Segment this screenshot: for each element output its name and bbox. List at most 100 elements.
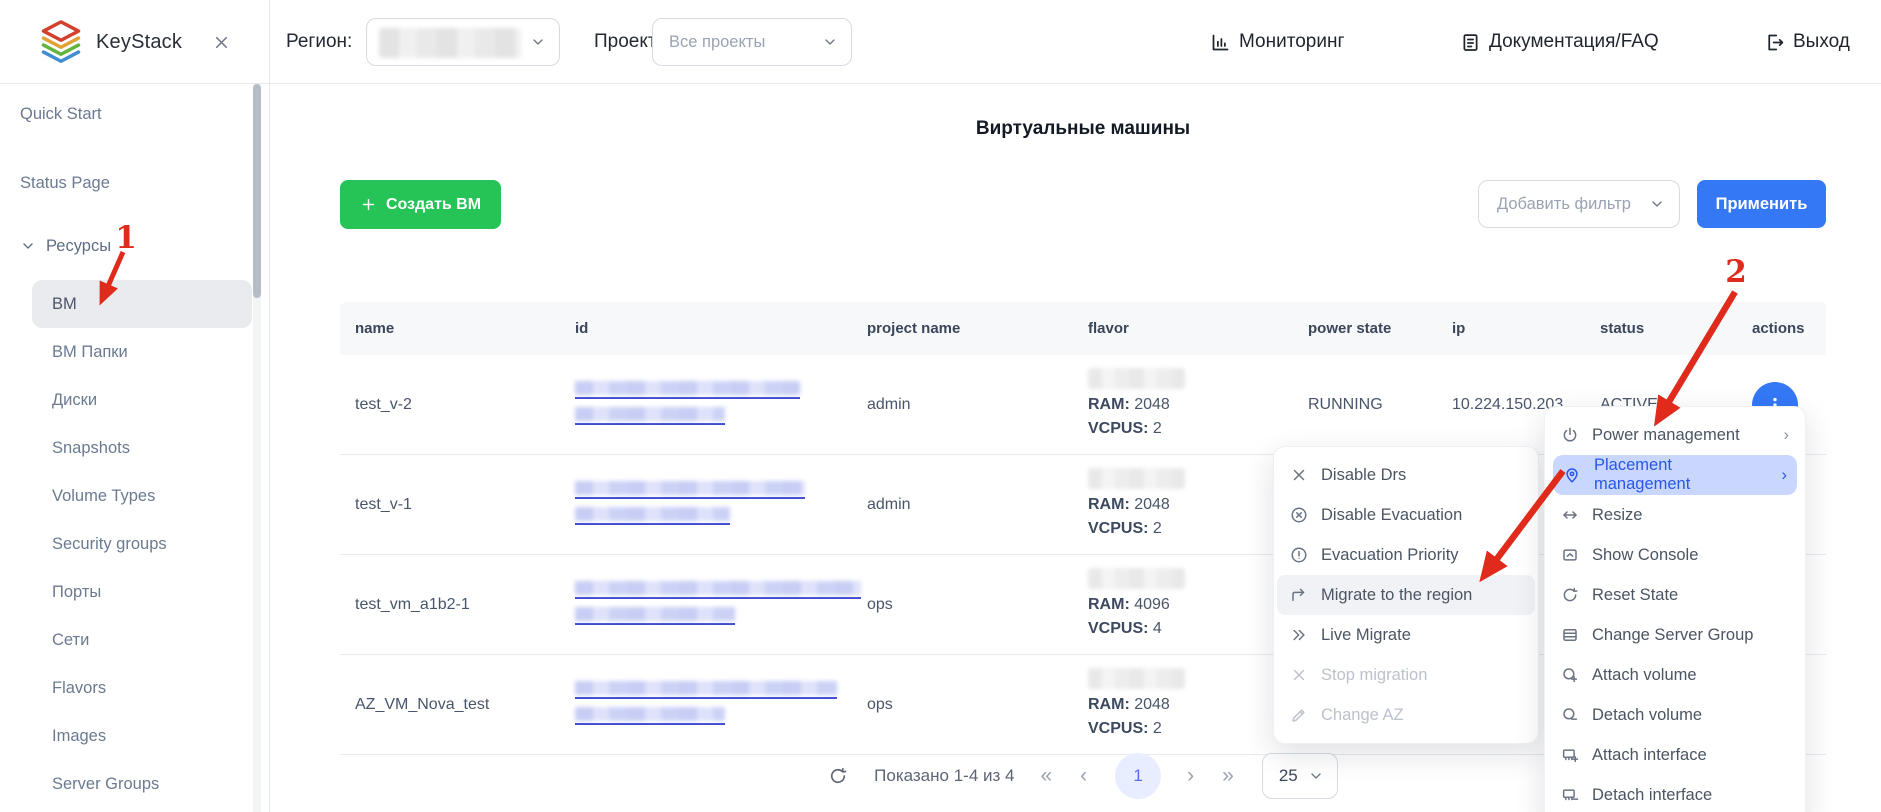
menu-item-reset-state[interactable]: Reset State (1545, 575, 1805, 615)
sidebar-item-snapshots[interactable]: Snapshots (0, 424, 269, 472)
vm-id-cell (560, 477, 852, 533)
x-icon (1290, 466, 1308, 484)
col-header-power-state: power state (1293, 320, 1437, 337)
sidebar-item-volume-types[interactable]: Volume Types (0, 472, 269, 520)
ram-value: 2048 (1134, 696, 1170, 713)
location-pin-icon (1563, 466, 1581, 484)
menu-item-label: Live Migrate (1321, 626, 1411, 645)
first-page-button[interactable]: « (1040, 764, 1054, 788)
sidebar-item-security-groups[interactable]: Security groups (0, 520, 269, 568)
vm-id-cell (560, 377, 852, 433)
ram-value: 2048 (1134, 396, 1170, 413)
sidebar-item-quick-start[interactable]: Quick Start (0, 96, 269, 132)
sidebar-group-resources[interactable]: Ресурсы (0, 228, 269, 264)
col-header-status: status (1585, 320, 1737, 337)
ram-value: 2048 (1134, 496, 1170, 513)
ram-label: RAM: (1088, 396, 1130, 413)
menu-item-stop-migration[interactable]: Stop migration (1274, 655, 1538, 695)
sidebar-group-resources-label: Ресурсы (46, 237, 111, 256)
add-filter-select[interactable]: Добавить фильтр (1478, 180, 1680, 228)
sidebar-item-networks[interactable]: Сети (0, 616, 269, 664)
sidebar-item-disks[interactable]: Диски (0, 376, 269, 424)
nav-documentation[interactable]: Документация/FAQ (1460, 0, 1659, 84)
chevron-down-icon (822, 34, 838, 50)
menu-item-label: Power management (1592, 426, 1740, 445)
migrate-arrow-icon (1290, 586, 1308, 604)
pencil-icon (1290, 706, 1308, 724)
last-page-button[interactable]: » (1222, 764, 1236, 788)
menu-item-show-console[interactable]: Show Console (1545, 535, 1805, 575)
menu-item-power-management[interactable]: Power management › (1545, 415, 1805, 455)
menu-item-placement-management[interactable]: Placement management › (1553, 455, 1797, 495)
sidebar-item-status-page[interactable]: Status Page (0, 165, 269, 201)
sidebar-close-icon[interactable] (212, 33, 231, 52)
resize-arrows-icon (1561, 506, 1579, 524)
vcpus-label: VCPUS: (1088, 520, 1148, 537)
menu-item-attach-volume[interactable]: Attach volume (1545, 655, 1805, 695)
menu-item-live-migrate[interactable]: Live Migrate (1274, 615, 1538, 655)
page-size-select[interactable]: 25 (1262, 753, 1338, 799)
reset-icon (1561, 586, 1579, 604)
menu-item-label: Stop migration (1321, 666, 1427, 685)
sidebar: Quick Start Status Page Ресурсы ВМ ВМ Па… (0, 84, 270, 812)
refresh-icon (828, 766, 848, 786)
region-select[interactable] (366, 18, 560, 66)
apply-button[interactable]: Применить (1697, 180, 1826, 228)
menu-item-label: Attach volume (1592, 666, 1697, 685)
vm-id-link-redacted[interactable] (575, 407, 725, 425)
vm-id-link-redacted[interactable] (575, 481, 805, 499)
menu-item-label: Attach interface (1592, 746, 1707, 765)
interface-plus-icon (1561, 746, 1579, 764)
vm-id-link-redacted[interactable] (575, 607, 735, 625)
circle-x-icon (1290, 506, 1308, 524)
top-bar: KeyStack Регион: Проект: Все проекты Мон… (0, 0, 1881, 84)
next-page-button[interactable]: › (1187, 764, 1196, 788)
sidebar-item-server-groups[interactable]: Server Groups (0, 760, 269, 808)
vm-actions-menu: Power management › Placement management … (1544, 406, 1806, 812)
menu-item-label: Change AZ (1321, 706, 1404, 725)
annotation-step-2: 2 (1725, 254, 1747, 290)
vm-flavor-cell: RAM: 2048 VCPUS: 2 (1073, 368, 1293, 441)
sidebar-item-vm-folders[interactable]: ВМ Папки (0, 328, 269, 376)
vm-id-link-redacted[interactable] (575, 507, 730, 525)
vm-id-cell (560, 677, 852, 733)
vm-id-link-redacted[interactable] (575, 681, 837, 699)
menu-item-label: Resize (1592, 506, 1642, 525)
brand-name: KeyStack (96, 31, 182, 54)
menu-item-change-server-group[interactable]: Change Server Group (1545, 615, 1805, 655)
menu-item-change-az[interactable]: Change AZ (1274, 695, 1538, 735)
vm-id-link-redacted[interactable] (575, 707, 725, 725)
menu-item-migrate-to-region[interactable]: Migrate to the region (1277, 575, 1535, 615)
vm-project: ops (852, 696, 1073, 714)
menu-item-attach-interface[interactable]: Attach interface (1545, 735, 1805, 775)
menu-item-disable-evacuation[interactable]: Disable Evacuation (1274, 495, 1538, 535)
vm-id-link-redacted[interactable] (575, 581, 861, 599)
vm-flavor-cell: RAM: 2048 VCPUS: 2 (1073, 468, 1293, 541)
vcpus-label: VCPUS: (1088, 720, 1148, 737)
sidebar-item-images[interactable]: Images (0, 712, 269, 760)
sidebar-item-flavors[interactable]: Flavors (0, 664, 269, 712)
sidebar-scrollbar-thumb[interactable] (253, 84, 261, 298)
menu-item-detach-interface[interactable]: Detach interface (1545, 775, 1805, 812)
nav-logout[interactable]: Выход (1764, 0, 1850, 84)
flavor-name-redacted (1088, 668, 1185, 689)
vcpus-label: VCPUS: (1088, 420, 1148, 437)
nav-monitoring[interactable]: Мониторинг (1210, 0, 1344, 84)
menu-item-detach-volume[interactable]: Detach volume (1545, 695, 1805, 735)
sidebar-item-vm[interactable]: ВМ (32, 280, 252, 328)
col-header-name: name (340, 320, 560, 337)
menu-item-disable-drs[interactable]: Disable Drs (1274, 455, 1538, 495)
vm-name: test_v-2 (340, 396, 560, 414)
page-number-button[interactable]: 1 (1115, 753, 1161, 799)
vm-id-link-redacted[interactable] (575, 381, 800, 399)
project-select[interactable]: Все проекты (652, 18, 852, 66)
vm-power-state: RUNNING (1293, 396, 1437, 414)
ram-label: RAM: (1088, 696, 1130, 713)
sidebar-item-ports[interactable]: Порты (0, 568, 269, 616)
nav-monitoring-label: Мониторинг (1239, 31, 1344, 53)
menu-item-resize[interactable]: Resize (1545, 495, 1805, 535)
menu-item-evacuation-priority[interactable]: Evacuation Priority (1274, 535, 1538, 575)
prev-page-button[interactable]: ‹ (1080, 764, 1089, 788)
refresh-button[interactable] (828, 766, 848, 786)
create-vm-button[interactable]: Создать ВМ (340, 180, 501, 229)
